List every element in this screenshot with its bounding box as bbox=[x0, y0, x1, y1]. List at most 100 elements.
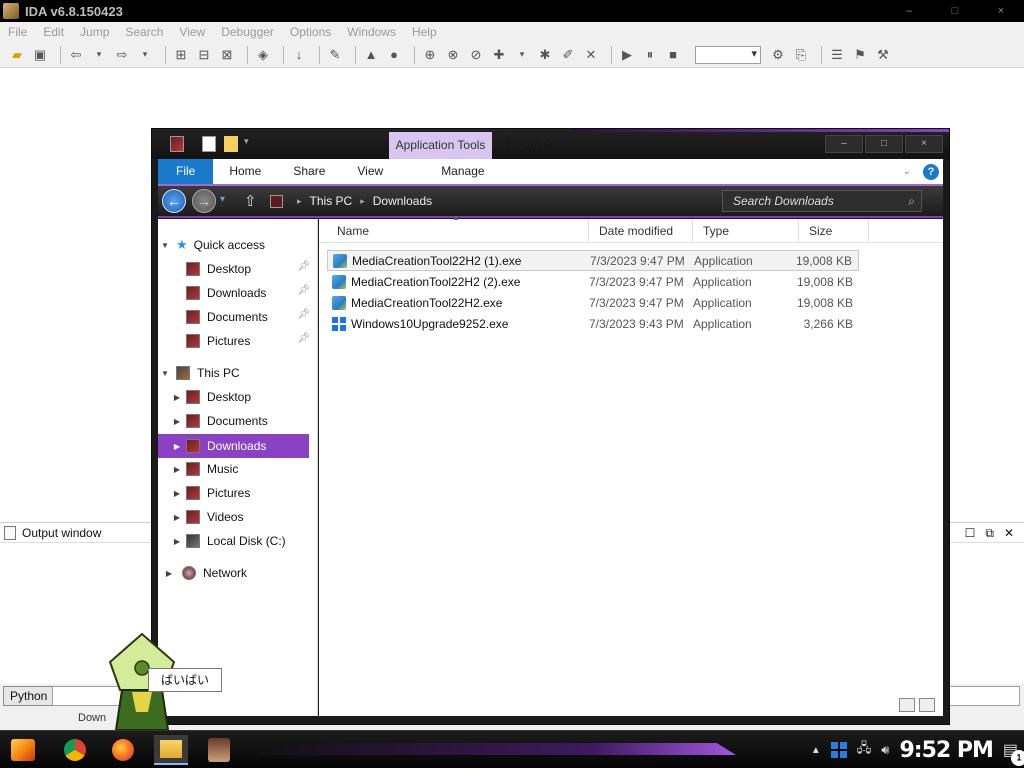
nav-this-pc[interactable]: ▼ This PC bbox=[160, 361, 318, 385]
save-icon[interactable]: ▣ bbox=[31, 46, 49, 64]
tools-icon[interactable]: ⚒ bbox=[874, 46, 892, 64]
taskbar-file-explorer[interactable] bbox=[154, 735, 188, 765]
menu-view[interactable]: View bbox=[179, 25, 205, 39]
nav-qa-documents[interactable]: Documents 📌︎ bbox=[186, 305, 316, 329]
file-row[interactable]: MediaCreationTool22H2 (2).exe 7/3/2023 9… bbox=[327, 271, 859, 292]
nav-pc-music[interactable]: ▶ Music bbox=[172, 457, 316, 481]
ida-minimize-button[interactable]: – bbox=[886, 5, 932, 17]
new-folder-icon[interactable] bbox=[224, 136, 238, 152]
hex-icon[interactable]: ⊟ bbox=[195, 46, 213, 64]
chevron-right-icon[interactable]: ▶ bbox=[172, 393, 182, 402]
tab-manage[interactable]: Manage bbox=[413, 159, 512, 184]
maximize-icon[interactable]: ☐ bbox=[965, 526, 976, 541]
clock[interactable]: 9:52 PM bbox=[899, 738, 993, 763]
menu-windows[interactable]: Windows bbox=[347, 25, 396, 39]
menu-search[interactable]: Search bbox=[125, 25, 163, 39]
nav-pc-pictures[interactable]: ▶ Pictures bbox=[172, 481, 316, 505]
chevron-right-icon[interactable]: ▶ bbox=[172, 465, 182, 474]
pin-icon[interactable]: 📌︎ bbox=[297, 261, 310, 272]
ida-maximize-button[interactable]: □ bbox=[932, 5, 978, 17]
column-header-date[interactable]: Date modified bbox=[589, 219, 693, 243]
column-header-type[interactable]: Type bbox=[693, 219, 799, 243]
play-icon[interactable]: ▶ bbox=[618, 46, 636, 64]
stop-icon[interactable]: ■ bbox=[664, 46, 682, 64]
show-hidden-icons-button[interactable]: ▲ bbox=[811, 745, 821, 756]
struct-icon[interactable]: ⊕ bbox=[421, 46, 439, 64]
enum-icon[interactable]: ⊗ bbox=[444, 46, 462, 64]
menu-help[interactable]: Help bbox=[412, 25, 437, 39]
nav-network[interactable]: ▶ Network bbox=[164, 561, 322, 585]
debug-options-icon[interactable]: ⚙ bbox=[769, 46, 787, 64]
taskbar-firefox[interactable] bbox=[106, 735, 140, 765]
taskbar-app-portrait[interactable] bbox=[202, 735, 236, 765]
explorer-minimize-button[interactable]: – bbox=[825, 135, 863, 153]
windows-logo-icon[interactable] bbox=[830, 742, 847, 758]
close-icon[interactable]: ✕ bbox=[1004, 526, 1014, 541]
properties-icon[interactable] bbox=[202, 136, 216, 152]
column-header-name[interactable]: Name bbox=[327, 219, 589, 243]
ida-close-button[interactable]: × bbox=[978, 5, 1024, 17]
quick-access-folder-icon[interactable] bbox=[170, 136, 184, 152]
back-button[interactable]: ← bbox=[162, 189, 186, 213]
expand-ribbon-icon[interactable]: ⌄ bbox=[903, 166, 911, 177]
chevron-down-icon[interactable]: ▾ bbox=[136, 46, 154, 64]
segment-icon[interactable]: ◈ bbox=[254, 46, 272, 64]
tab-view[interactable]: View bbox=[341, 159, 399, 184]
explorer-close-button[interactable]: × bbox=[905, 135, 943, 153]
search-input[interactable]: Search Downloads ⌕ bbox=[722, 190, 922, 212]
start-button[interactable] bbox=[6, 735, 40, 765]
restore-icon[interactable]: ⧉ bbox=[985, 526, 994, 541]
chevron-right-icon[interactable]: ▶ bbox=[172, 537, 182, 546]
close-x-icon[interactable]: ✕ bbox=[582, 46, 600, 64]
breakpoint-icon[interactable]: ⚑ bbox=[851, 46, 869, 64]
pin-icon[interactable]: 📌︎ bbox=[297, 333, 310, 344]
network-icon[interactable]: 🖧︎ bbox=[857, 739, 872, 761]
patch-icon[interactable]: ✎ bbox=[326, 46, 344, 64]
menu-edit[interactable]: Edit bbox=[43, 25, 64, 39]
chevron-right-icon[interactable]: ▶ bbox=[172, 442, 182, 451]
tab-file[interactable]: File bbox=[158, 159, 214, 184]
nav-qa-desktop[interactable]: Desktop 📌︎ bbox=[186, 257, 316, 281]
nav-qa-downloads[interactable]: Downloads 📌︎ bbox=[186, 281, 316, 305]
tab-share[interactable]: Share bbox=[277, 159, 341, 184]
chevron-down-icon[interactable]: ▼ bbox=[160, 369, 170, 378]
breadcrumb-downloads[interactable]: Downloads bbox=[373, 194, 432, 208]
chevron-down-icon[interactable]: ▼ bbox=[160, 241, 170, 250]
nav-pc-videos[interactable]: ▶ Videos bbox=[172, 505, 316, 529]
chevron-right-icon[interactable]: ▶ bbox=[164, 569, 174, 578]
nav-qa-pictures[interactable]: Pictures 📌︎ bbox=[186, 329, 316, 353]
chevron-down-icon[interactable]: ▾ bbox=[244, 136, 258, 152]
chevron-down-icon[interactable]: ▾ bbox=[90, 46, 108, 64]
nav-pc-local-disk[interactable]: ▶ Local Disk (C:) bbox=[172, 529, 316, 553]
address-bar[interactable]: ▸ This PC ▸ Downloads bbox=[266, 190, 706, 212]
file-row[interactable]: MediaCreationTool22H2 (1).exe 7/3/2023 9… bbox=[327, 250, 859, 271]
menu-file[interactable]: File bbox=[8, 25, 27, 39]
file-row[interactable]: MediaCreationTool22H2.exe 7/3/2023 9:47 … bbox=[327, 292, 859, 313]
pause-icon[interactable]: ⏸ bbox=[641, 46, 659, 64]
down-arrow-icon[interactable]: ↓ bbox=[290, 46, 308, 64]
xref-icon[interactable]: ✱ bbox=[536, 46, 554, 64]
details-view-button[interactable] bbox=[899, 698, 915, 712]
list-icon[interactable]: ☰ bbox=[828, 46, 846, 64]
menu-jump[interactable]: Jump bbox=[80, 25, 109, 39]
graph-icon[interactable]: ▲ bbox=[362, 46, 380, 64]
pin-icon[interactable]: 📌︎ bbox=[297, 285, 310, 296]
column-header-size[interactable]: Size bbox=[799, 219, 869, 243]
chevron-down-icon[interactable]: ▾ bbox=[513, 46, 531, 64]
python-button[interactable]: Python bbox=[3, 686, 55, 706]
explorer-maximize-button[interactable]: □ bbox=[865, 135, 903, 153]
pin-icon[interactable]: 📌︎ bbox=[297, 309, 310, 320]
open-folder-icon[interactable]: ▰ bbox=[8, 46, 26, 64]
forward-button[interactable]: → bbox=[192, 189, 216, 213]
forward-arrow-icon[interactable]: ⇨ bbox=[113, 46, 131, 64]
attach-icon[interactable]: ⎘ bbox=[792, 46, 810, 64]
nav-pc-documents[interactable]: ▶ Documents bbox=[172, 409, 316, 433]
bookmark-icon[interactable]: ✐ bbox=[559, 46, 577, 64]
name-icon[interactable]: ✚ bbox=[490, 46, 508, 64]
circle-icon[interactable]: ● bbox=[385, 46, 403, 64]
nav-pc-desktop[interactable]: ▶ Desktop bbox=[172, 385, 316, 409]
taskbar-chrome[interactable] bbox=[58, 735, 92, 765]
nav-quick-access[interactable]: ▼ ★ Quick access bbox=[160, 233, 318, 257]
chevron-right-icon[interactable]: ▶ bbox=[172, 513, 182, 522]
binary-icon[interactable]: ⊞ bbox=[172, 46, 190, 64]
